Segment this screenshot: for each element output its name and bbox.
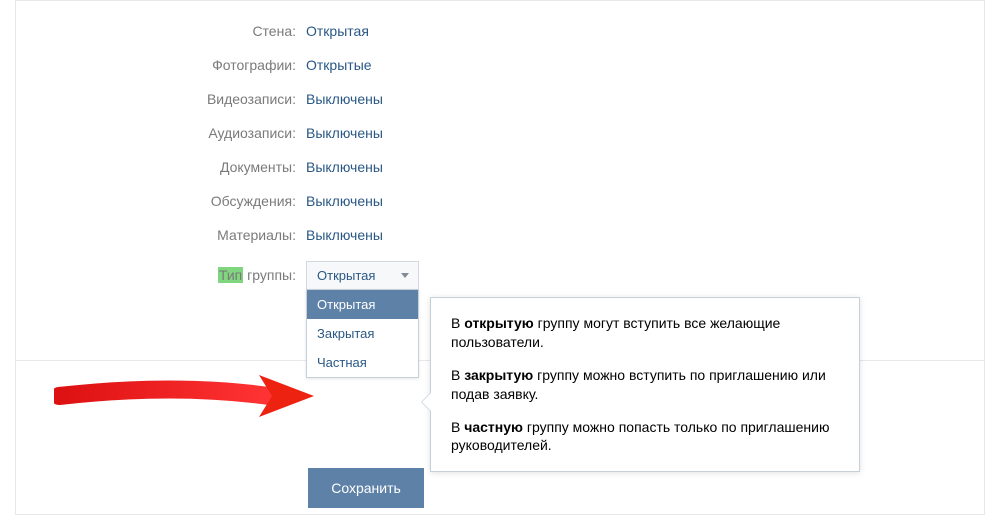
dropdown-option-private[interactable]: Частная xyxy=(307,348,418,377)
setting-label: Стена: xyxy=(16,23,306,39)
setting-label: Материалы: xyxy=(16,227,306,243)
dropdown-list: Открытая Закрытая Частная xyxy=(306,289,419,378)
setting-row-board: Обсуждения: Выключены xyxy=(16,193,984,209)
dropdown-selected-text: Открытая xyxy=(317,268,375,283)
group-type-dropdown[interactable]: Открытая Открытая Закрытая Частная xyxy=(306,261,419,289)
tooltip-paragraph: В частную группу можно попасть только по… xyxy=(451,418,839,456)
setting-value-link[interactable]: Выключены xyxy=(306,125,383,141)
setting-value-link[interactable]: Открытая xyxy=(306,23,369,39)
chevron-down-icon xyxy=(401,273,409,278)
label-highlight: Тип xyxy=(218,267,243,283)
setting-row-docs: Документы: Выключены xyxy=(16,159,984,175)
setting-label: Видеозаписи: xyxy=(16,91,306,107)
dropdown-selected[interactable]: Открытая xyxy=(306,261,419,289)
tooltip-arrow-icon xyxy=(422,393,431,411)
setting-row-audio: Аудиозаписи: Выключены xyxy=(16,125,984,141)
setting-label: Фотографии: xyxy=(16,57,306,73)
save-button[interactable]: Сохранить xyxy=(308,468,424,508)
setting-row-materials: Материалы: Выключены xyxy=(16,227,984,243)
setting-row-photos: Фотографии: Открытые xyxy=(16,57,984,73)
setting-label: Аудиозаписи: xyxy=(16,125,306,141)
setting-row-wall: Стена: Открытая xyxy=(16,23,984,39)
group-type-tooltip: В открытую группу могут вступить все жел… xyxy=(430,297,860,472)
setting-row-videos: Видеозаписи: Выключены xyxy=(16,91,984,107)
dropdown-option-open[interactable]: Открытая xyxy=(307,290,418,319)
dropdown-option-closed[interactable]: Закрытая xyxy=(307,319,418,348)
tooltip-paragraph: В закрытую группу можно вступить по приг… xyxy=(451,366,839,404)
setting-label: Обсуждения: xyxy=(16,193,306,209)
setting-row-group-type: Тип группы: Открытая Открытая Закрытая Ч… xyxy=(16,261,984,289)
setting-value-link[interactable]: Выключены xyxy=(306,159,383,175)
setting-value-link[interactable]: Открытые xyxy=(306,57,372,73)
setting-label: Документы: xyxy=(16,159,306,175)
setting-label-group-type: Тип группы: xyxy=(16,267,306,283)
tooltip-paragraph: В открытую группу могут вступить все жел… xyxy=(451,314,839,352)
settings-list: Стена: Открытая Фотографии: Открытые Вид… xyxy=(16,1,984,289)
setting-value-link[interactable]: Выключены xyxy=(306,91,383,107)
setting-value-link[interactable]: Выключены xyxy=(306,193,383,209)
setting-value-link[interactable]: Выключены xyxy=(306,227,383,243)
